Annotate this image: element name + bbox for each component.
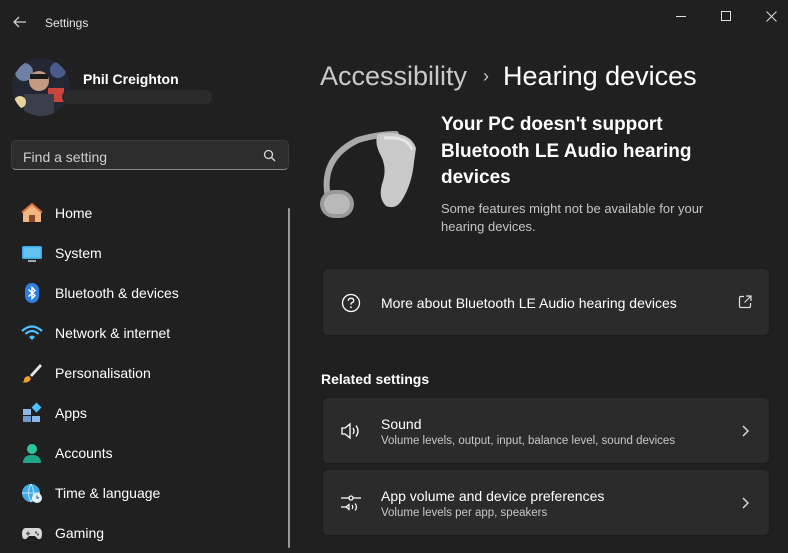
sidebar-item-personalisation[interactable]: Personalisation <box>10 353 282 393</box>
minimize-icon <box>676 16 686 17</box>
monitor-icon <box>21 242 43 264</box>
arrow-left-icon <box>13 16 26 28</box>
hero-title: Your PC doesn't support Bluetooth LE Aud… <box>441 114 692 188</box>
sidebar-item-label: System <box>55 245 102 261</box>
title-bar: Settings <box>0 0 788 46</box>
maximize-button[interactable] <box>703 0 749 32</box>
globe-clock-icon <box>21 482 43 504</box>
page-title: Hearing devices <box>503 60 697 91</box>
home-icon <box>21 202 43 224</box>
help-circle-icon <box>340 292 362 314</box>
more-link-label: More about Bluetooth LE Audio hearing de… <box>381 295 677 311</box>
sidebar-item-network[interactable]: Network & internet <box>10 313 282 353</box>
close-button[interactable] <box>748 0 788 32</box>
redacted-email <box>62 90 212 104</box>
person-icon <box>21 442 43 464</box>
breadcrumb-separator: › <box>483 65 490 86</box>
chevron-right-icon <box>737 423 753 439</box>
sidebar-item-accounts[interactable]: Accounts <box>10 433 282 473</box>
related-item-title: App volume and device preferences <box>381 488 605 504</box>
bluetooth-icon <box>21 282 43 304</box>
hearing-aid-image <box>320 131 416 218</box>
sidebar-item-gaming[interactable]: Gaming <box>10 513 282 553</box>
sidebar-item-label: Gaming <box>55 525 105 541</box>
sidebar-item-label: Bluetooth & devices <box>55 285 179 301</box>
sidebar-nav: Home System Bluetooth & devices Network … <box>10 193 282 553</box>
breadcrumb-parent[interactable]: Accessibility <box>320 61 467 92</box>
related-item-sound[interactable]: Sound Volume levels, output, input, bala… <box>322 397 770 464</box>
speaker-icon <box>340 420 362 442</box>
minimize-button[interactable] <box>658 0 704 32</box>
volume-mixer-icon <box>340 492 362 514</box>
related-settings-heading: Related settings <box>321 371 430 387</box>
sidebar-item-label: Time & language <box>55 485 161 501</box>
sidebar-item-time-language[interactable]: Time & language <box>10 473 282 513</box>
app-title: Settings <box>45 16 89 30</box>
related-item-desc: Volume levels, output, input, balance le… <box>381 435 676 447</box>
gamepad-icon <box>21 522 43 544</box>
maximize-icon <box>721 11 731 21</box>
sidebar-item-label: Network & internet <box>55 325 171 341</box>
open-external-icon <box>737 294 753 310</box>
sidebar-item-label: Home <box>55 205 93 221</box>
back-button[interactable] <box>10 12 30 32</box>
more-about-le-audio-link[interactable]: More about Bluetooth LE Audio hearing de… <box>322 268 770 336</box>
profile-name: Phil Creighton <box>83 71 179 87</box>
search-input[interactable]: Find a setting <box>11 140 289 170</box>
related-item-desc: Volume levels per app, speakers <box>381 507 548 519</box>
sidebar-item-bluetooth[interactable]: Bluetooth & devices <box>10 273 282 313</box>
close-icon <box>765 10 777 22</box>
sidebar-item-apps[interactable]: Apps <box>10 393 282 433</box>
chevron-right-icon <box>737 495 753 511</box>
apps-icon <box>21 402 43 424</box>
hero-subtitle: Some features might not be available for… <box>441 201 704 234</box>
wifi-icon <box>21 322 43 344</box>
avatar <box>12 58 70 116</box>
search-icon <box>263 149 276 162</box>
sidebar-item-label: Accounts <box>55 445 113 461</box>
sidebar-item-label: Personalisation <box>55 365 151 381</box>
sidebar-item-label: Apps <box>55 405 87 421</box>
sidebar-item-system[interactable]: System <box>10 233 282 273</box>
user-profile[interactable]: Phil Creighton <box>12 56 292 120</box>
search-placeholder: Find a setting <box>23 149 108 165</box>
sidebar-scrollbar[interactable] <box>288 208 290 548</box>
brush-icon <box>21 362 43 384</box>
breadcrumb: Accessibility › Hearing devices <box>320 58 697 94</box>
related-item-title: Sound <box>381 416 422 432</box>
related-item-app-volume[interactable]: App volume and device preferences Volume… <box>322 469 770 536</box>
sidebar-item-home[interactable]: Home <box>10 193 282 233</box>
